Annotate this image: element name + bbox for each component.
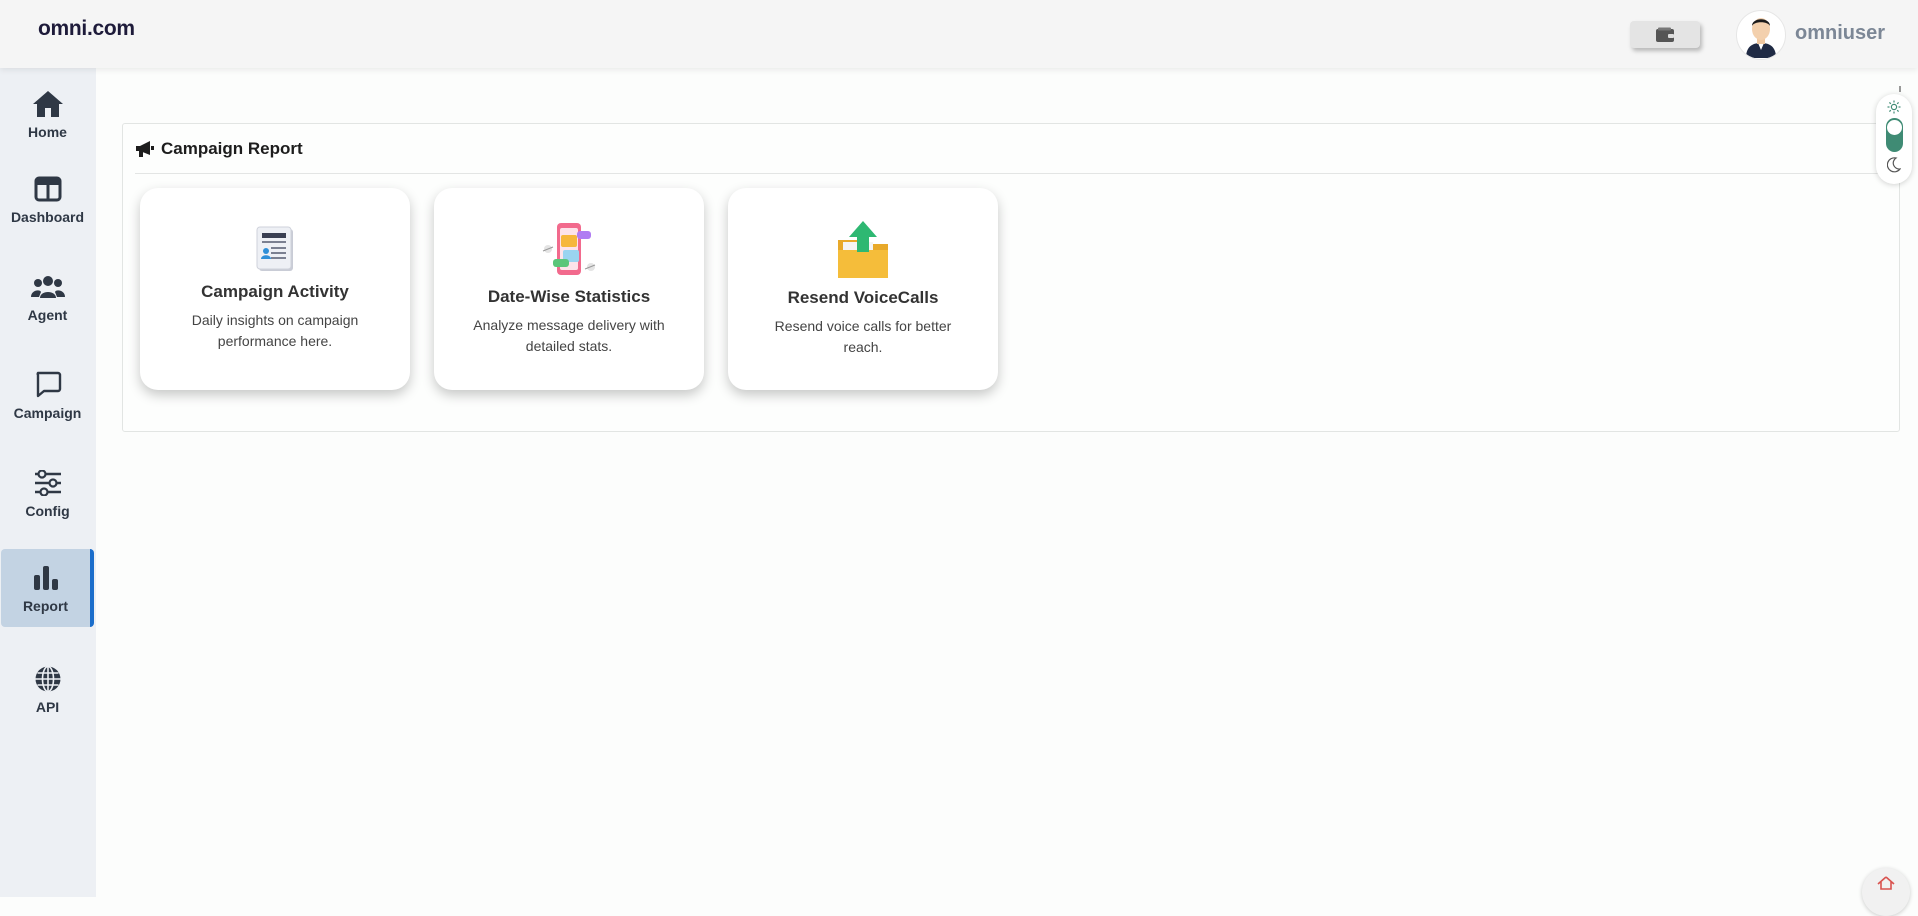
card-title: Campaign Activity [201,282,349,301]
sidebar-item-label: Agent [27,306,68,323]
card-description: Resend voice calls for better reach. [774,318,952,355]
user-avatar-icon [1746,18,1776,58]
sidebar-item-label: Config [25,502,70,519]
card-title: Resend VoiceCalls [787,288,939,307]
folder-upload-icon [838,221,888,278]
brand-logo[interactable]: omni.com [38,17,135,41]
chat-bubble-icon [31,370,65,400]
card-title: Date-Wise Statistics [487,287,651,306]
phone-stats-icon [542,223,596,275]
sliders-icon [31,468,65,498]
wallet-icon [1656,27,1674,42]
document-icon [256,226,293,271]
megaphone-icon [136,140,154,157]
sidebar-item-config[interactable]: Config [1,455,94,531]
sidebar: Home Dashboard Agent Campaign Config Rep… [0,68,96,897]
date-wise-statistics-card[interactable]: Date-Wise Statistics Analyze message del… [434,188,704,390]
top-header: omni.com omniuser [0,0,1918,68]
home-shortcut-button[interactable] [1862,868,1910,916]
sidebar-item-label: Report [22,597,69,614]
avatar[interactable] [1736,10,1786,60]
sidebar-item-dashboard[interactable]: Dashboard [1,161,94,237]
page-title: Campaign Report [161,138,303,158]
wallet-button[interactable] [1630,21,1700,48]
toggle-knob [1887,120,1902,135]
moon-icon [1887,157,1901,173]
globe-icon [31,664,65,694]
dashboard-icon [31,174,65,204]
sidebar-item-label: Campaign [13,404,82,421]
sidebar-item-campaign[interactable]: Campaign [1,357,94,433]
sidebar-item-agent[interactable]: Agent [1,259,94,335]
sidebar-item-report[interactable]: Report [1,549,94,627]
campaign-report-panel: Campaign Report Campaign Activity Daily … [122,123,1900,432]
theme-toggle-switch[interactable] [1886,118,1903,152]
home-icon [31,89,65,119]
sidebar-item-home[interactable]: Home [1,76,94,152]
bar-chart-icon [29,563,63,593]
resend-voicecalls-card[interactable]: Resend VoiceCalls Resend voice calls for… [728,188,998,390]
campaign-activity-card[interactable]: Campaign Activity Daily insights on camp… [140,188,410,390]
panel-header: Campaign Report [135,124,1899,174]
sidebar-item-api[interactable]: API [1,651,94,727]
theme-toggle[interactable] [1876,94,1912,184]
scroll-indicator [1899,86,1901,92]
username-label[interactable]: omniuser [1795,22,1885,45]
sidebar-item-label: Home [28,123,67,140]
card-description: Daily insights on campaign performance h… [191,312,359,349]
sidebar-item-label: Dashboard [10,208,85,225]
sidebar-item-label: API [35,698,60,715]
card-description: Analyze message delivery with detailed s… [473,317,665,354]
sun-icon [1887,100,1901,114]
home-icon [1877,876,1895,890]
users-icon [30,272,65,302]
